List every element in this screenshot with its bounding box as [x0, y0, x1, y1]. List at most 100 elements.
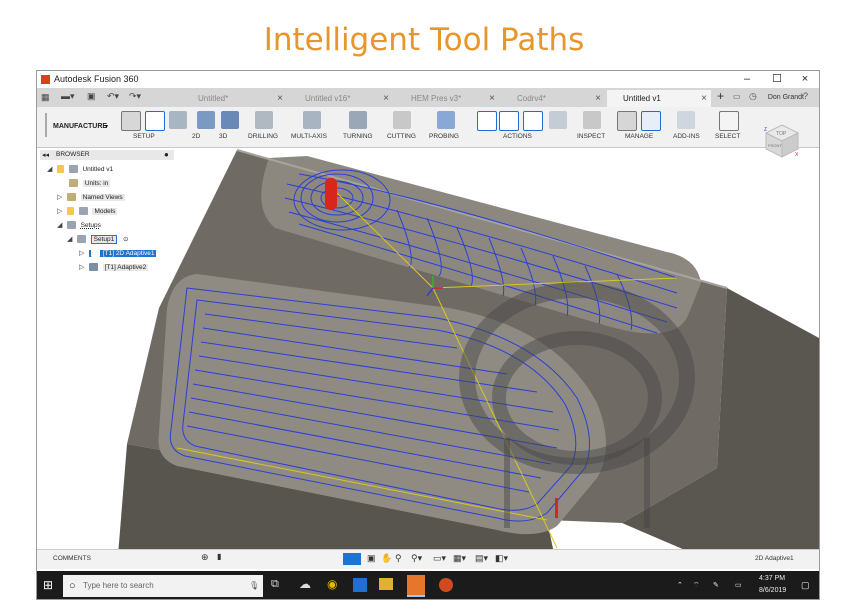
pen-icon[interactable]: ✎: [713, 581, 719, 589]
outlook-icon[interactable]: [353, 578, 367, 592]
fusion-taskbar-icon[interactable]: [407, 575, 425, 597]
probing-icon[interactable]: [437, 111, 455, 129]
tab-hem-pres-v3[interactable]: HEM Pres v3* ×: [395, 90, 499, 107]
minimize-button[interactable]: –: [733, 72, 761, 87]
new-setup-icon[interactable]: [121, 111, 141, 131]
environment-icon[interactable]: ◧▾: [495, 553, 508, 564]
keyboard-icon[interactable]: ▭: [735, 581, 742, 589]
viewports-icon[interactable]: ▤▾: [475, 553, 488, 564]
comments-label[interactable]: COMMENTS: [53, 555, 91, 562]
cutting-icon[interactable]: [393, 111, 411, 129]
tab-untitled-v1[interactable]: Untitled v1 ×: [607, 90, 711, 107]
windows-start-icon[interactable]: ⊞: [43, 578, 53, 592]
chrome-icon[interactable]: ◉: [327, 577, 337, 591]
grid-menu-icon[interactable]: ▦: [41, 92, 50, 103]
activate-radio-icon[interactable]: ⊙: [123, 236, 128, 243]
generate-icon[interactable]: [477, 111, 497, 131]
stock-icon[interactable]: [169, 111, 187, 129]
select-cursor-icon[interactable]: [719, 111, 739, 131]
group-label-probing[interactable]: PROBING: [429, 133, 459, 140]
tree-item-adaptive2[interactable]: ▷ [T1] Adaptive2: [79, 262, 149, 273]
tray-chevron-icon[interactable]: ⌃: [677, 581, 683, 589]
tab-close-icon[interactable]: ×: [277, 90, 283, 107]
tab-untitled-v16[interactable]: Untitled v16* ×: [289, 90, 393, 107]
expand-triangle-icon[interactable]: ▷: [57, 206, 65, 217]
expand-triangle-icon[interactable]: ▷: [79, 262, 87, 273]
file-menu-icon[interactable]: ▬▾: [61, 91, 75, 102]
user-name[interactable]: Don Grandt: [754, 88, 804, 107]
powerpoint-icon[interactable]: [439, 578, 453, 592]
tab-untitled[interactable]: Untitled* ×: [182, 90, 287, 107]
file-explorer-icon[interactable]: [379, 578, 393, 590]
grid-settings-icon[interactable]: ▦▾: [453, 553, 466, 564]
tool-library-icon[interactable]: [617, 111, 637, 131]
expand-triangle-icon[interactable]: ▷: [79, 248, 87, 259]
group-label-setup[interactable]: SETUP: [133, 133, 155, 140]
group-label-multi-axis[interactable]: MULTI-AXIS: [291, 133, 327, 140]
group-label-turning[interactable]: TURNING: [343, 133, 373, 140]
tree-item-2d-adaptive1[interactable]: ▷ [T1] 2D Adaptive1: [79, 248, 157, 259]
redo-icon[interactable]: ↷▾: [129, 91, 141, 102]
tab-close-icon[interactable]: ×: [383, 90, 389, 107]
close-button[interactable]: ×: [791, 72, 819, 87]
new-tab-icon[interactable]: +: [717, 89, 724, 103]
comments-expand-icon[interactable]: ▮: [217, 552, 221, 561]
notification-icon[interactable]: ▭: [733, 92, 741, 101]
expand-triangle-icon[interactable]: ◢: [47, 164, 55, 175]
tree-item-units[interactable]: Units: in: [69, 178, 111, 189]
look-at-icon[interactable]: ▣: [367, 553, 376, 564]
expand-triangle-icon[interactable]: ◢: [57, 220, 65, 231]
undo-icon[interactable]: ↶▾: [107, 91, 119, 102]
workspace-switcher[interactable]: MANUFACTURE: [53, 123, 107, 130]
tree-item-setup1[interactable]: ◢ Setup1 ⊙: [67, 234, 129, 245]
group-label-drilling[interactable]: DRILLING: [248, 133, 278, 140]
task-view-icon[interactable]: ⧉: [271, 578, 279, 591]
multi-axis-icon[interactable]: [303, 111, 321, 129]
simulate-icon[interactable]: [523, 111, 543, 131]
tree-item-document[interactable]: ◢ Untitled v1: [47, 164, 113, 175]
post-process-icon[interactable]: [499, 111, 519, 131]
tab-close-icon[interactable]: ×: [701, 90, 707, 107]
comments-add-icon[interactable]: ⊕: [201, 552, 209, 563]
group-label-inspect[interactable]: INSPECT: [577, 133, 605, 140]
setup-sheet-icon[interactable]: [145, 111, 165, 131]
expand-triangle-icon[interactable]: ▷: [57, 192, 65, 203]
2d-adaptive-icon[interactable]: [197, 111, 215, 129]
group-label-manage[interactable]: MANAGE: [625, 133, 653, 140]
add-ins-icon[interactable]: [677, 111, 695, 129]
taskbar-date[interactable]: 8/6/2019: [759, 587, 786, 594]
tree-item-named-views[interactable]: ▷ Named Views: [57, 192, 125, 203]
view-cube-shape[interactable]: TOP FRONT Z X: [764, 123, 800, 159]
pan-icon[interactable]: ✋: [381, 553, 392, 564]
wifi-icon[interactable]: ⌔: [693, 581, 700, 590]
tab-close-icon[interactable]: ×: [489, 90, 495, 107]
zoom-window-icon[interactable]: ⚲▾: [411, 553, 422, 564]
lightbulb-icon[interactable]: [66, 207, 74, 216]
template-icon[interactable]: [641, 111, 661, 131]
network-app-icon[interactable]: ☁: [299, 577, 311, 591]
collapse-icon[interactable]: ◂◂: [42, 151, 49, 159]
drilling-icon[interactable]: [255, 111, 273, 129]
3d-adaptive-icon[interactable]: [221, 111, 239, 129]
save-icon[interactable]: ▣: [87, 91, 96, 102]
group-label-2d[interactable]: 2D: [192, 133, 200, 140]
help-icon[interactable]: ?: [803, 91, 808, 101]
expand-triangle-icon[interactable]: ◢: [67, 234, 75, 245]
group-label-select[interactable]: SELECT: [715, 133, 740, 140]
group-label-3d[interactable]: 3D: [219, 133, 227, 140]
orbit-icon[interactable]: [343, 553, 361, 565]
tree-item-models[interactable]: ▷ Models: [57, 206, 118, 217]
tree-item-setups[interactable]: ◢ Setups: [57, 220, 101, 231]
lightbulb-icon[interactable]: [56, 165, 64, 174]
group-label-actions[interactable]: ACTIONS: [503, 133, 532, 140]
taskbar-search-box[interactable]: ○ Type here to search 🎙: [63, 575, 263, 597]
maximize-button[interactable]: ☐: [763, 72, 791, 87]
tab-close-icon[interactable]: ×: [595, 90, 601, 107]
turning-icon[interactable]: [349, 111, 367, 129]
group-label-cutting[interactable]: CUTTING: [387, 133, 416, 140]
browser-pin-icon[interactable]: ●: [164, 150, 169, 159]
zoom-icon[interactable]: ⚲: [395, 553, 402, 564]
view-cube[interactable]: TOP FRONT Z X: [764, 123, 800, 159]
display-settings-icon[interactable]: ▭▾: [433, 553, 446, 564]
tab-codrv4[interactable]: Codrv4* ×: [501, 90, 605, 107]
